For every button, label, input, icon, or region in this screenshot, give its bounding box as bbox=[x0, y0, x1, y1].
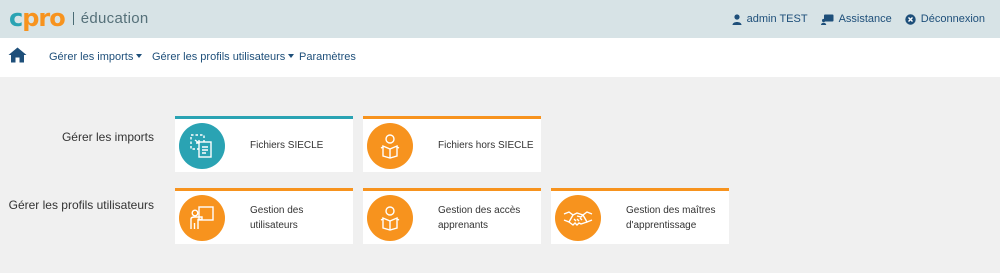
card-label: Fichiers hors SIECLE bbox=[438, 140, 534, 151]
logo-subtitle: éducation bbox=[80, 9, 149, 27]
user-book-icon bbox=[380, 206, 400, 231]
assistance-icon bbox=[820, 14, 834, 25]
logout-link[interactable]: Déconnexion bbox=[905, 13, 985, 25]
nav-profiles-label: Gérer les profils utilisateurs bbox=[152, 51, 286, 63]
main-nav: Gérer les imports Gérer les profils util… bbox=[0, 38, 1000, 77]
top-bar: cpro éducation admin TEST Assistance Déc… bbox=[0, 0, 1000, 38]
document-import-icon bbox=[190, 134, 212, 158]
top-links: admin TEST Assistance Déconnexion bbox=[719, 0, 985, 38]
card-icon-circle bbox=[179, 195, 225, 241]
user-board-icon bbox=[190, 206, 214, 229]
assistance-label: Assistance bbox=[838, 13, 892, 25]
logo-text: cpro bbox=[9, 4, 66, 32]
card-label: Fichiers SIECLE bbox=[250, 140, 324, 151]
nav-settings-label: Paramètres bbox=[299, 51, 356, 63]
section-imports-label: Gérer les imports bbox=[61, 130, 154, 144]
card-icon-circle bbox=[367, 123, 413, 169]
card-gestion-maitres-apprentissage[interactable]: Gestion des maîtres d'apprentissage bbox=[551, 188, 729, 244]
logo-separator bbox=[72, 11, 74, 25]
card-label: Gestion des maîtres d'apprentissage bbox=[626, 204, 716, 231]
card-icon-circle bbox=[179, 123, 225, 169]
admin-user-label: admin TEST bbox=[746, 13, 808, 25]
card-icon-circle bbox=[367, 195, 413, 241]
user-book-icon bbox=[380, 134, 400, 159]
card-label: Gestion des accès apprenants bbox=[438, 204, 521, 231]
card-fichiers-hors-siecle[interactable]: Fichiers hors SIECLE bbox=[363, 116, 541, 172]
card-fichiers-siecle[interactable]: Fichiers SIECLE bbox=[175, 116, 353, 172]
caret-down-icon bbox=[136, 54, 143, 58]
logout-label: Déconnexion bbox=[920, 13, 985, 25]
nav-imports-label: Gérer les imports bbox=[49, 51, 134, 63]
home-icon bbox=[8, 47, 27, 63]
user-icon bbox=[732, 13, 742, 25]
card-gestion-utilisateurs[interactable]: Gestion des utilisateurs bbox=[175, 188, 353, 244]
card-label: Gestion des utilisateurs bbox=[250, 204, 304, 231]
home-button[interactable] bbox=[8, 47, 27, 68]
section-profiles-label: Gérer les profils utilisateurs bbox=[8, 198, 154, 212]
assistance-link[interactable]: Assistance bbox=[820, 13, 892, 25]
caret-down-icon bbox=[288, 54, 295, 58]
logo[interactable]: cpro éducation bbox=[9, 4, 149, 32]
nav-imports-menu[interactable]: Gérer les imports bbox=[49, 51, 143, 63]
nav-settings-link[interactable]: Paramètres bbox=[299, 51, 356, 63]
admin-user-link[interactable]: admin TEST bbox=[732, 13, 808, 25]
card-icon-circle bbox=[555, 195, 601, 241]
close-circle-icon bbox=[905, 13, 916, 25]
card-gestion-acces-apprenants[interactable]: Gestion des accès apprenants bbox=[363, 188, 541, 244]
nav-profiles-menu[interactable]: Gérer les profils utilisateurs bbox=[152, 51, 295, 63]
handshake-icon bbox=[563, 211, 593, 226]
